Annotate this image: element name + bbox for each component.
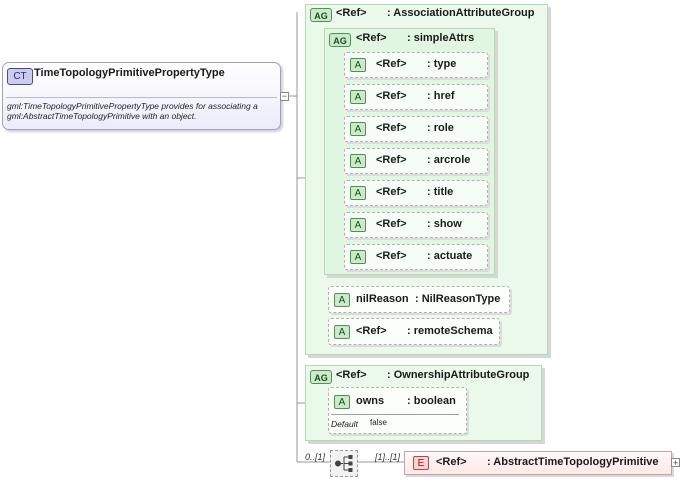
simple-attrs-type: : simpleAttrs: [407, 32, 475, 44]
attribute-group-badge: AG: [329, 33, 351, 47]
attribute-badge: A: [350, 154, 366, 168]
complex-type-box[interactable]: CT TimeTopologyPrimitivePropertyType gml…: [2, 62, 281, 130]
attribute-name: : remoteSchema: [407, 325, 493, 337]
attribute-name: : role: [427, 122, 454, 134]
element-ref: <Ref>: [436, 456, 467, 468]
default-value: false: [370, 418, 387, 427]
attribute-name: : show: [427, 218, 462, 230]
attribute-owns[interactable]: A owns : boolean Default false: [328, 387, 467, 434]
expand-icon[interactable]: +: [671, 458, 680, 468]
attribute-remote-schema[interactable]: A <Ref> : remoteSchema: [328, 318, 500, 345]
attribute-name: : arcrole: [427, 154, 471, 166]
attribute-name: : actuate: [427, 250, 473, 262]
ownership-group-type: : OwnershipAttributeGroup: [387, 369, 530, 381]
attribute-group-badge: AG: [310, 8, 332, 22]
attribute-actuate[interactable]: A <Ref> : actuate: [344, 244, 488, 270]
attribute-name: : title: [427, 186, 454, 198]
attribute-role[interactable]: A <Ref> : role: [344, 116, 488, 142]
attribute-ref: <Ref>: [376, 218, 407, 230]
attribute-type[interactable]: A <Ref> : type: [344, 52, 488, 78]
attribute-ref: <Ref>: [376, 90, 407, 102]
simple-attrs-ref: <Ref>: [356, 32, 387, 44]
attribute-type: : boolean: [407, 395, 456, 407]
association-group-type: : AssociationAttributeGroup: [387, 7, 535, 19]
divider: [331, 414, 459, 415]
attribute-ref: <Ref>: [376, 58, 407, 70]
element-abstract-time-topology-primitive[interactable]: E <Ref> : AbstractTimeTopologyPrimitive: [404, 451, 672, 475]
attribute-nil-reason[interactable]: A nilReason : NilReasonType: [328, 286, 510, 313]
attribute-type: : NilReasonType: [415, 293, 501, 305]
complex-type-name: TimeTopologyPrimitivePropertyType: [34, 67, 225, 79]
attribute-badge: A: [350, 218, 366, 232]
sequence-compositor[interactable]: [330, 450, 358, 477]
element-badge: E: [413, 456, 429, 470]
attribute-badge: A: [350, 250, 366, 264]
association-group-ref: <Ref>: [336, 7, 367, 19]
attribute-badge: A: [350, 90, 366, 104]
attribute-badge: A: [334, 293, 350, 307]
ownership-group-ref: <Ref>: [336, 369, 367, 381]
attribute-name: : href: [427, 90, 455, 102]
attribute-ref: <Ref>: [376, 250, 407, 262]
attribute-badge: A: [350, 58, 366, 72]
complex-type-documentation: gml:TimeTopologyPrimitivePropertyType pr…: [7, 101, 258, 121]
attribute-badge: A: [350, 186, 366, 200]
attribute-arcrole[interactable]: A <Ref> : arcrole: [344, 148, 488, 174]
attribute-ref: <Ref>: [376, 186, 407, 198]
default-label: Default: [331, 419, 358, 429]
sequence-icon: [335, 455, 353, 472]
attribute-badge: A: [350, 122, 366, 136]
element-occurrence: [1]..[1]: [375, 452, 401, 462]
attribute-name: owns: [356, 395, 385, 407]
attribute-title[interactable]: A <Ref> : title: [344, 180, 488, 206]
divider: [6, 97, 277, 98]
attribute-group-badge: AG: [310, 370, 332, 384]
attribute-href[interactable]: A <Ref> : href: [344, 84, 488, 110]
attribute-name: : type: [427, 58, 457, 70]
attribute-show[interactable]: A <Ref> : show: [344, 212, 488, 238]
attribute-badge: A: [334, 325, 350, 339]
attribute-ref: <Ref>: [376, 122, 407, 134]
collapse-icon[interactable]: −: [280, 92, 289, 101]
complex-type-badge: CT: [7, 68, 33, 85]
sequence-occurrence: 0..[1]: [305, 452, 326, 462]
attribute-badge: A: [334, 395, 350, 409]
attribute-ref: <Ref>: [356, 325, 387, 337]
element-type: : AbstractTimeTopologyPrimitive: [487, 456, 659, 468]
attribute-ref: <Ref>: [376, 154, 407, 166]
attribute-name: nilReason: [356, 293, 409, 305]
